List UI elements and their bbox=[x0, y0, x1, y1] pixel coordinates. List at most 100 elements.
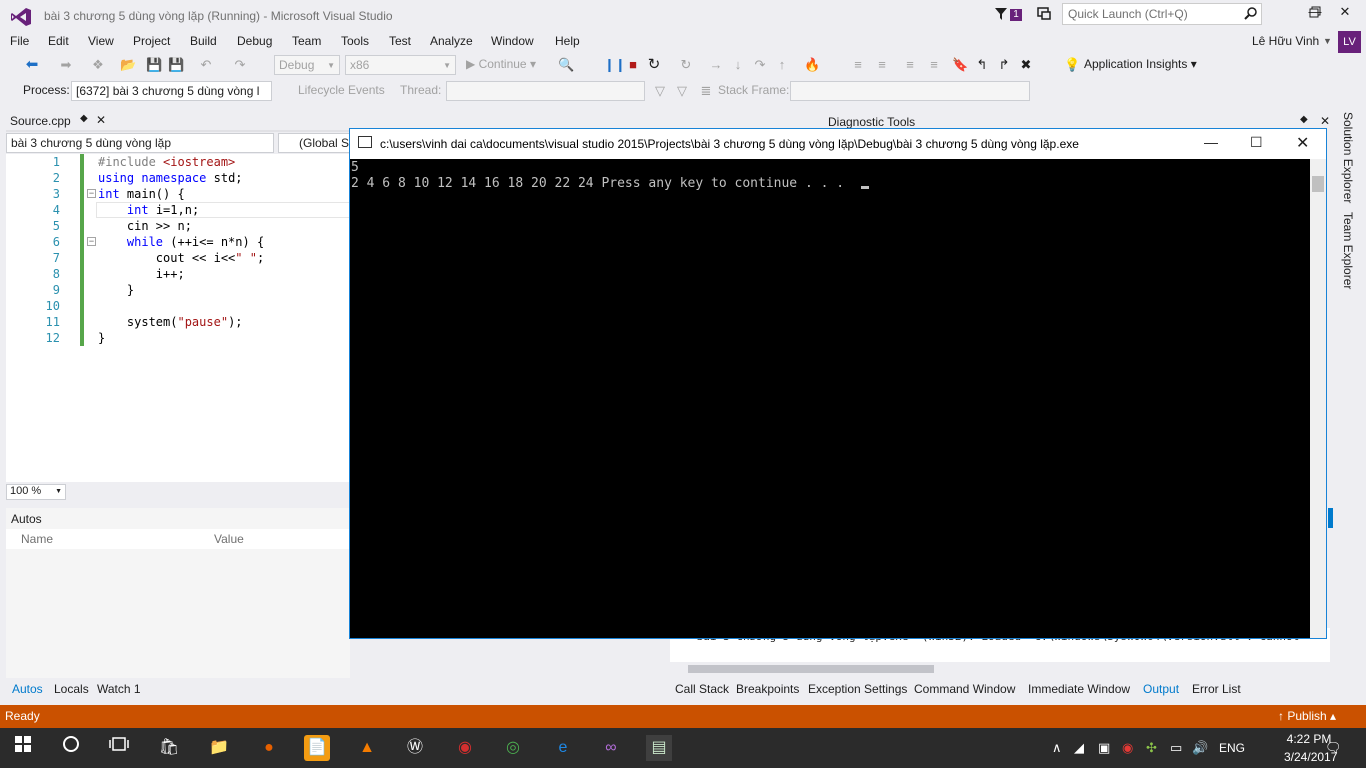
cortana-icon[interactable] bbox=[58, 735, 84, 761]
stop-debugging-icon[interactable]: ■ bbox=[625, 57, 641, 73]
redo-icon[interactable]: ↷ bbox=[232, 57, 248, 73]
clear-bookmarks-icon[interactable]: ✖ bbox=[1018, 57, 1034, 73]
quick-launch-input[interactable]: Quick Launch (Ctrl+Q) bbox=[1062, 3, 1262, 25]
antivirus-icon[interactable]: ◉ bbox=[452, 735, 478, 761]
edge-icon[interactable]: e bbox=[550, 735, 576, 761]
chrome-icon[interactable]: ◎ bbox=[500, 735, 526, 761]
application-insights-button[interactable]: Application Insights ▾ bbox=[1084, 57, 1197, 71]
feedback-icon[interactable] bbox=[1036, 6, 1052, 22]
close-icon[interactable]: ✕ bbox=[1320, 114, 1330, 128]
wifi-icon[interactable]: ◢ bbox=[1074, 740, 1084, 756]
menu-test[interactable]: Test bbox=[389, 34, 411, 48]
maximize-icon[interactable]: ☐ bbox=[1250, 134, 1263, 151]
vertical-scrollbar[interactable] bbox=[1310, 159, 1326, 638]
save-all-icon[interactable]: 💾 bbox=[168, 57, 184, 73]
attach-process-icon[interactable]: 🔍 bbox=[558, 57, 574, 73]
menu-view[interactable]: View bbox=[88, 34, 114, 48]
search-icon[interactable] bbox=[1244, 6, 1258, 23]
tab-locals[interactable]: Locals bbox=[54, 682, 89, 696]
tab-autos[interactable]: Autos bbox=[12, 682, 43, 696]
side-tab-solution-explorer[interactable]: Solution Explorer bbox=[1341, 112, 1355, 203]
pin-icon[interactable]: ◆ bbox=[1300, 114, 1308, 125]
light-bulb-icon[interactable]: 💡 bbox=[1064, 57, 1080, 73]
windows-start-icon[interactable] bbox=[10, 735, 36, 761]
tab-output[interactable]: Output bbox=[1143, 682, 1179, 696]
notification-badge[interactable]: 1 bbox=[1010, 9, 1022, 21]
pin-icon[interactable]: ◆ bbox=[80, 113, 88, 124]
menu-build[interactable]: Build bbox=[190, 34, 217, 48]
tab-error-list[interactable]: Error List bbox=[1192, 682, 1241, 696]
console-app-icon[interactable]: ▤ bbox=[646, 735, 672, 761]
restore-icon[interactable] bbox=[1300, 6, 1330, 26]
menu-team[interactable]: Team bbox=[292, 34, 321, 48]
taskbar bbox=[0, 728, 1366, 768]
tab-command-window[interactable]: Command Window bbox=[914, 682, 1015, 696]
close-icon[interactable]: ✕ bbox=[1330, 4, 1360, 24]
column-header-value[interactable]: Value bbox=[214, 532, 244, 546]
tab-immediate-window[interactable]: Immediate Window bbox=[1028, 682, 1130, 696]
open-file-icon[interactable]: 📂 bbox=[120, 57, 136, 73]
bookmark-icon[interactable]: 🔖 bbox=[952, 57, 968, 73]
avatar[interactable]: LV bbox=[1338, 31, 1361, 53]
new-project-icon[interactable]: ❖ bbox=[90, 57, 106, 73]
language-indicator[interactable]: ENG bbox=[1219, 741, 1245, 755]
wordpress-icon[interactable]: Ⓦ bbox=[402, 735, 428, 761]
user-name[interactable]: Lê Hữu Vinh bbox=[1252, 34, 1319, 48]
close-icon[interactable]: ✕ bbox=[1296, 133, 1309, 153]
tab-call-stack[interactable]: Call Stack bbox=[675, 682, 729, 696]
firefox-icon[interactable]: ● bbox=[256, 735, 282, 761]
vlc-icon[interactable]: ▲ bbox=[354, 735, 380, 761]
autos-header bbox=[6, 529, 350, 549]
menu-tools[interactable]: Tools bbox=[341, 34, 369, 48]
tab-exception-settings[interactable]: Exception Settings bbox=[808, 682, 907, 696]
keyboard-icon[interactable]: ▣ bbox=[1098, 740, 1110, 756]
column-header-name[interactable]: Name bbox=[21, 532, 53, 546]
collapse-icon[interactable]: − bbox=[87, 237, 96, 246]
next-bookmark-icon[interactable]: ↱ bbox=[996, 57, 1012, 73]
menu-window[interactable]: Window bbox=[491, 34, 534, 48]
hot-path-icon[interactable]: 🔥 bbox=[804, 57, 820, 73]
minimize-icon[interactable]: — bbox=[1204, 134, 1218, 150]
chevron-up-icon[interactable]: ∧ bbox=[1052, 740, 1062, 756]
close-icon[interactable]: ✕ bbox=[96, 113, 106, 127]
status-text: Ready bbox=[5, 709, 40, 723]
scope-combo[interactable]: bài 3 chương 5 dùng vòng lặp bbox=[6, 133, 274, 153]
undo-icon[interactable]: ↶ bbox=[198, 57, 214, 73]
store-icon[interactable]: 🛍 bbox=[156, 735, 182, 761]
restart-icon[interactable]: ↻ bbox=[646, 57, 662, 73]
global-scope-combo[interactable]: (Global Sc bbox=[278, 133, 350, 153]
visual-studio-icon[interactable]: ∞ bbox=[598, 735, 624, 761]
menu-help[interactable]: Help bbox=[555, 34, 580, 48]
file-explorer-icon[interactable]: 📁 bbox=[206, 735, 232, 761]
zoom-value: 100 % bbox=[10, 485, 42, 497]
network-tray-icon[interactable]: ✣ bbox=[1146, 740, 1157, 756]
volume-icon[interactable]: 🔊 bbox=[1192, 740, 1208, 756]
menu-edit[interactable]: Edit bbox=[48, 34, 69, 48]
scrollbar-thumb[interactable] bbox=[1312, 176, 1324, 192]
console-output-area[interactable] bbox=[350, 159, 1310, 638]
navigate-forward-icon[interactable]: ➡ bbox=[58, 57, 74, 73]
menu-file[interactable]: File bbox=[10, 34, 29, 48]
zoom-combo[interactable]: 100 % ▼ bbox=[6, 484, 66, 500]
menu-project[interactable]: Project bbox=[133, 34, 170, 48]
menu-debug[interactable]: Debug bbox=[237, 34, 272, 48]
change-tracking-bar bbox=[80, 154, 84, 346]
antivirus-tray-icon[interactable]: ◉ bbox=[1122, 740, 1133, 756]
chevron-down-icon[interactable]: ▼ bbox=[1323, 36, 1332, 46]
action-center-icon[interactable]: 🗨 bbox=[1325, 740, 1342, 756]
publish-button[interactable]: ↑ Publish ▴ bbox=[1278, 709, 1336, 723]
navigate-back-icon[interactable]: ⬅ bbox=[24, 57, 40, 73]
tab-watch-1[interactable]: Watch 1 bbox=[97, 682, 141, 696]
side-tab-team-explorer[interactable]: Team Explorer bbox=[1341, 212, 1355, 289]
previous-bookmark-icon[interactable]: ↰ bbox=[974, 57, 990, 73]
collapse-icon[interactable]: − bbox=[87, 189, 96, 198]
battery-icon[interactable]: ▭ bbox=[1170, 740, 1182, 756]
task-view-icon[interactable] bbox=[106, 735, 132, 761]
foxit-reader-icon[interactable]: 📄 bbox=[304, 735, 330, 761]
scrollbar-thumb[interactable] bbox=[688, 665, 934, 673]
menu-analyze[interactable]: Analyze bbox=[430, 34, 473, 48]
process-combo[interactable]: [6372] bài 3 chương 5 dùng vòng l bbox=[71, 81, 272, 101]
save-icon[interactable]: 💾 bbox=[146, 57, 162, 73]
break-all-icon[interactable]: ❙❙ bbox=[604, 57, 626, 73]
tab-breakpoints[interactable]: Breakpoints bbox=[736, 682, 799, 696]
